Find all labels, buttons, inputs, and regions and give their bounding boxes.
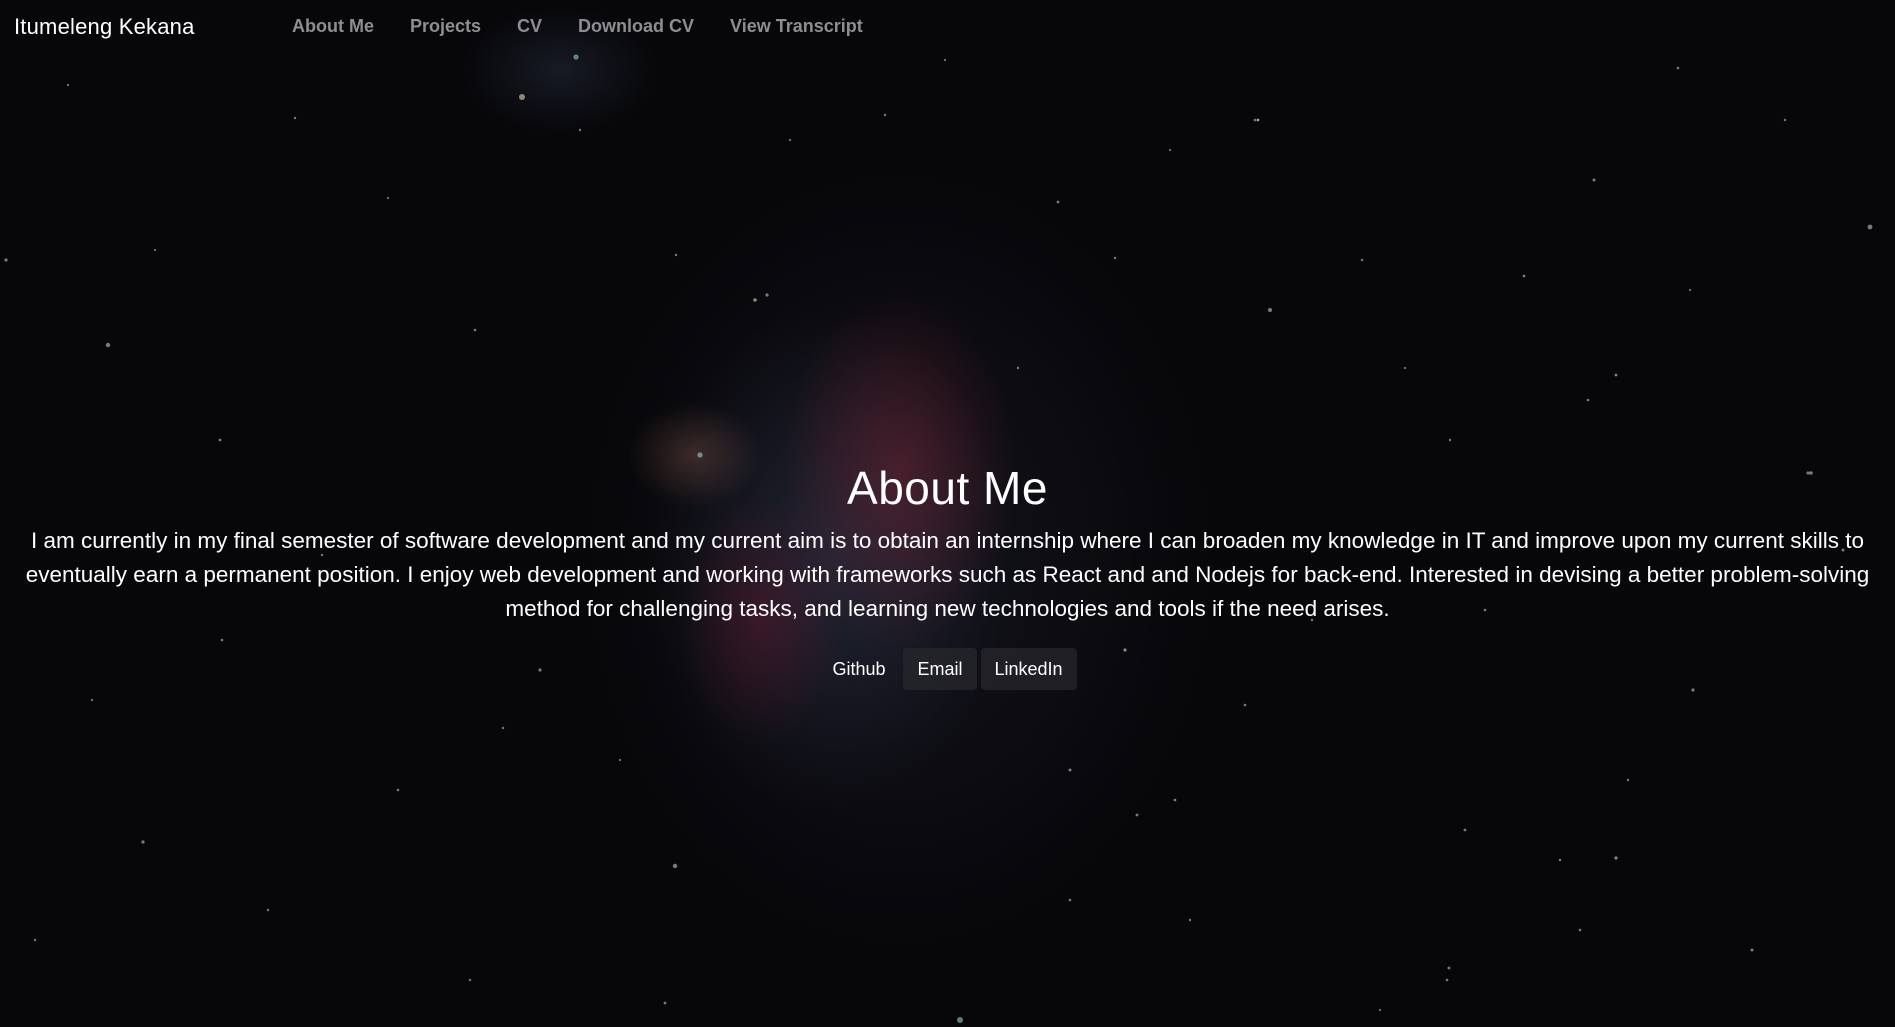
nav-menu: About Me Projects CV Download CV View Tr…: [274, 14, 881, 38]
navbar: Itumeleng Kekana About Me Projects CV Do…: [0, 0, 1895, 54]
nav-link-cv[interactable]: CV: [499, 14, 560, 38]
github-button[interactable]: Github: [818, 648, 899, 690]
nav-link-projects[interactable]: Projects: [392, 14, 499, 38]
nav-link-download-cv[interactable]: Download CV: [560, 14, 712, 38]
nav-link-view-transcript[interactable]: View Transcript: [712, 14, 881, 38]
about-section: About Me I am currently in my final seme…: [0, 458, 1895, 690]
brand-name[interactable]: Itumeleng Kekana: [14, 14, 195, 40]
nav-link-about-me[interactable]: About Me: [274, 14, 392, 38]
social-links: Github Email LinkedIn: [0, 648, 1895, 690]
page-title: About Me: [847, 462, 1048, 514]
email-button[interactable]: Email: [903, 648, 977, 690]
about-description: I am currently in my final semester of s…: [25, 528, 1870, 621]
linkedin-button[interactable]: LinkedIn: [980, 648, 1077, 690]
